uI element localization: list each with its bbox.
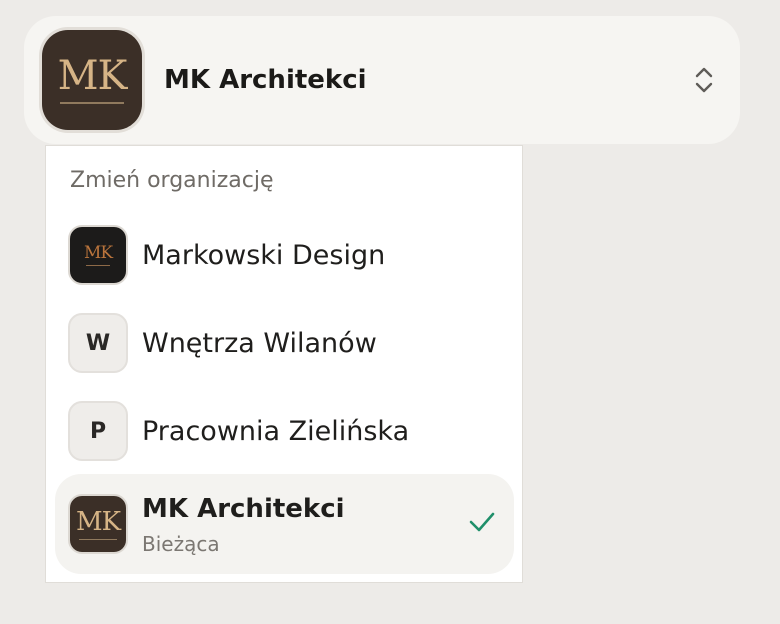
current-status-label: Bieżąca <box>142 532 220 556</box>
app-stage: MK MK Architekci Zmień organizację MK Ma… <box>0 0 780 624</box>
org-item-label: Wnętrza Wilanów <box>142 327 377 359</box>
org-dropdown: Zmień organizację MK Markowski Design W … <box>45 145 523 583</box>
org-name: MK Architekci <box>164 65 367 95</box>
org-avatar-monogram: MK <box>75 506 121 537</box>
check-icon <box>469 512 495 532</box>
org-item-label: Markowski Design <box>142 239 386 271</box>
org-avatar-rule <box>79 538 117 540</box>
org-item-wnetrza-wilanow[interactable]: W Wnętrza Wilanów <box>46 299 524 387</box>
org-switcher[interactable]: MK MK Architekci <box>24 16 740 144</box>
org-item-pracownia-zielinska[interactable]: P Pracownia Zielińska <box>46 387 524 475</box>
org-avatar-rule <box>86 264 110 266</box>
org-logo-monogram: MK <box>57 53 128 99</box>
org-logo: MK <box>42 30 142 130</box>
org-item-label: Pracownia Zielińska <box>142 415 410 447</box>
org-avatar: MK <box>68 494 128 554</box>
org-avatar: MK <box>68 225 128 285</box>
chevron-up-down-icon <box>695 67 713 93</box>
org-item-label: MK Architekci <box>142 494 345 524</box>
org-logo-rule <box>60 102 124 104</box>
org-item-current[interactable]: MK MK Architekci Bieżąca <box>55 474 514 574</box>
org-avatar: P <box>68 401 128 461</box>
dropdown-title: Zmień organizację <box>70 168 274 193</box>
org-avatar-monogram: MK <box>83 242 113 263</box>
org-avatar: W <box>68 313 128 373</box>
org-item-markowski-design[interactable]: MK Markowski Design <box>46 211 524 299</box>
